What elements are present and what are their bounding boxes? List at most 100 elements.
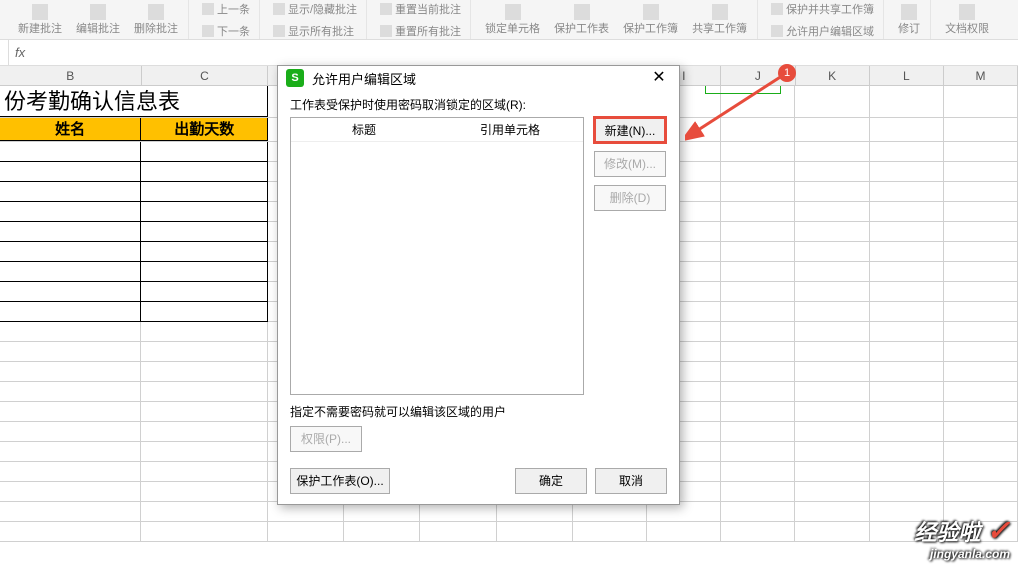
show-all-button[interactable]: 显示所有批注 bbox=[268, 21, 362, 41]
new-comment-button[interactable]: 新建批注 bbox=[12, 2, 68, 38]
cell[interactable] bbox=[721, 162, 795, 181]
cell[interactable] bbox=[721, 242, 795, 261]
cell[interactable] bbox=[944, 462, 1018, 481]
cell[interactable] bbox=[944, 202, 1018, 221]
cell[interactable] bbox=[870, 322, 944, 341]
header-days-cell[interactable]: 出勤天数 bbox=[141, 118, 268, 141]
cell[interactable] bbox=[870, 482, 944, 501]
cell[interactable] bbox=[795, 382, 869, 401]
cell[interactable] bbox=[141, 502, 268, 521]
cell[interactable] bbox=[721, 302, 795, 321]
cell[interactable] bbox=[795, 162, 869, 181]
fx-icon[interactable]: fx bbox=[15, 45, 25, 60]
cell[interactable] bbox=[870, 362, 944, 381]
cell[interactable] bbox=[870, 242, 944, 261]
cell[interactable] bbox=[721, 222, 795, 241]
cell[interactable] bbox=[141, 442, 268, 461]
prev-comment-button[interactable]: 上一条 bbox=[197, 0, 255, 19]
sheet-title-cell[interactable]: 份考勤确认信息表 bbox=[0, 86, 268, 117]
cell[interactable] bbox=[268, 522, 344, 541]
cell[interactable] bbox=[141, 302, 268, 322]
cell[interactable] bbox=[795, 422, 869, 441]
cell[interactable] bbox=[795, 502, 869, 521]
cell[interactable] bbox=[870, 118, 944, 141]
cell[interactable] bbox=[0, 142, 141, 162]
cell[interactable] bbox=[795, 86, 869, 117]
cell[interactable] bbox=[870, 162, 944, 181]
cell[interactable] bbox=[0, 442, 141, 461]
cell[interactable] bbox=[944, 442, 1018, 461]
col-header-k[interactable]: K bbox=[796, 66, 870, 85]
cell[interactable] bbox=[795, 182, 869, 201]
cell[interactable] bbox=[721, 118, 795, 141]
cell[interactable] bbox=[870, 402, 944, 421]
cell[interactable] bbox=[795, 442, 869, 461]
cell[interactable] bbox=[870, 262, 944, 281]
close-icon[interactable]: ✕ bbox=[647, 66, 671, 90]
cell[interactable] bbox=[721, 342, 795, 361]
cell[interactable] bbox=[870, 142, 944, 161]
cell[interactable] bbox=[141, 382, 268, 401]
name-box[interactable] bbox=[8, 40, 9, 65]
cancel-button[interactable]: 取消 bbox=[595, 468, 667, 494]
protect-sheet-button[interactable]: 保护工作表 bbox=[548, 2, 615, 38]
cell[interactable] bbox=[0, 282, 141, 302]
edit-comment-button[interactable]: 编辑批注 bbox=[70, 2, 126, 38]
show-hide-button[interactable]: 显示/隐藏批注 bbox=[268, 0, 362, 19]
delete-comment-button[interactable]: 删除批注 bbox=[128, 2, 184, 38]
cell[interactable] bbox=[141, 182, 268, 202]
regions-list[interactable]: 标题 引用单元格 bbox=[290, 117, 584, 395]
cell[interactable] bbox=[721, 262, 795, 281]
cell[interactable] bbox=[870, 422, 944, 441]
cell[interactable] bbox=[141, 142, 268, 162]
revision-button[interactable]: 修订 bbox=[892, 2, 926, 38]
lock-cell-button[interactable]: 锁定单元格 bbox=[479, 2, 546, 38]
cell[interactable] bbox=[795, 222, 869, 241]
cell[interactable] bbox=[344, 522, 420, 541]
cell[interactable] bbox=[721, 382, 795, 401]
dialog-titlebar[interactable]: S 允许用户编辑区域 ✕ bbox=[278, 66, 679, 90]
cell[interactable] bbox=[0, 482, 141, 501]
doc-perm-button[interactable]: 文档权限 bbox=[939, 2, 995, 38]
cell[interactable] bbox=[795, 118, 869, 141]
cell[interactable] bbox=[795, 242, 869, 261]
cell[interactable] bbox=[721, 362, 795, 381]
cell[interactable] bbox=[721, 86, 795, 117]
cell[interactable] bbox=[0, 362, 141, 381]
cell[interactable] bbox=[0, 162, 141, 182]
header-name-cell[interactable]: 姓名 bbox=[0, 118, 141, 141]
cell[interactable] bbox=[944, 362, 1018, 381]
cell[interactable] bbox=[795, 142, 869, 161]
cell[interactable] bbox=[944, 222, 1018, 241]
cell[interactable] bbox=[721, 522, 795, 541]
cell[interactable] bbox=[0, 222, 141, 242]
formula-input[interactable] bbox=[31, 43, 1010, 63]
cell[interactable] bbox=[870, 382, 944, 401]
cell[interactable] bbox=[944, 142, 1018, 161]
cell[interactable] bbox=[573, 522, 647, 541]
cell[interactable] bbox=[944, 282, 1018, 301]
cell[interactable] bbox=[870, 302, 944, 321]
cell[interactable] bbox=[141, 162, 268, 182]
cell[interactable] bbox=[0, 502, 141, 521]
cell[interactable] bbox=[141, 482, 268, 501]
cell[interactable] bbox=[721, 322, 795, 341]
cell[interactable] bbox=[141, 462, 268, 481]
cell[interactable] bbox=[944, 262, 1018, 281]
cell[interactable] bbox=[721, 282, 795, 301]
cell[interactable] bbox=[944, 118, 1018, 141]
cell[interactable] bbox=[870, 182, 944, 201]
col-header-l[interactable]: L bbox=[870, 66, 944, 85]
cell[interactable] bbox=[944, 182, 1018, 201]
cell[interactable] bbox=[141, 422, 268, 441]
cell[interactable] bbox=[944, 382, 1018, 401]
cell[interactable] bbox=[870, 282, 944, 301]
cell[interactable] bbox=[141, 362, 268, 381]
cell[interactable] bbox=[944, 402, 1018, 421]
cell[interactable] bbox=[870, 222, 944, 241]
cell[interactable] bbox=[721, 482, 795, 501]
cell[interactable] bbox=[141, 262, 268, 282]
cell[interactable] bbox=[0, 462, 141, 481]
protect-share-button[interactable]: 保护并共享工作簿 bbox=[766, 0, 879, 19]
cell[interactable] bbox=[870, 202, 944, 221]
